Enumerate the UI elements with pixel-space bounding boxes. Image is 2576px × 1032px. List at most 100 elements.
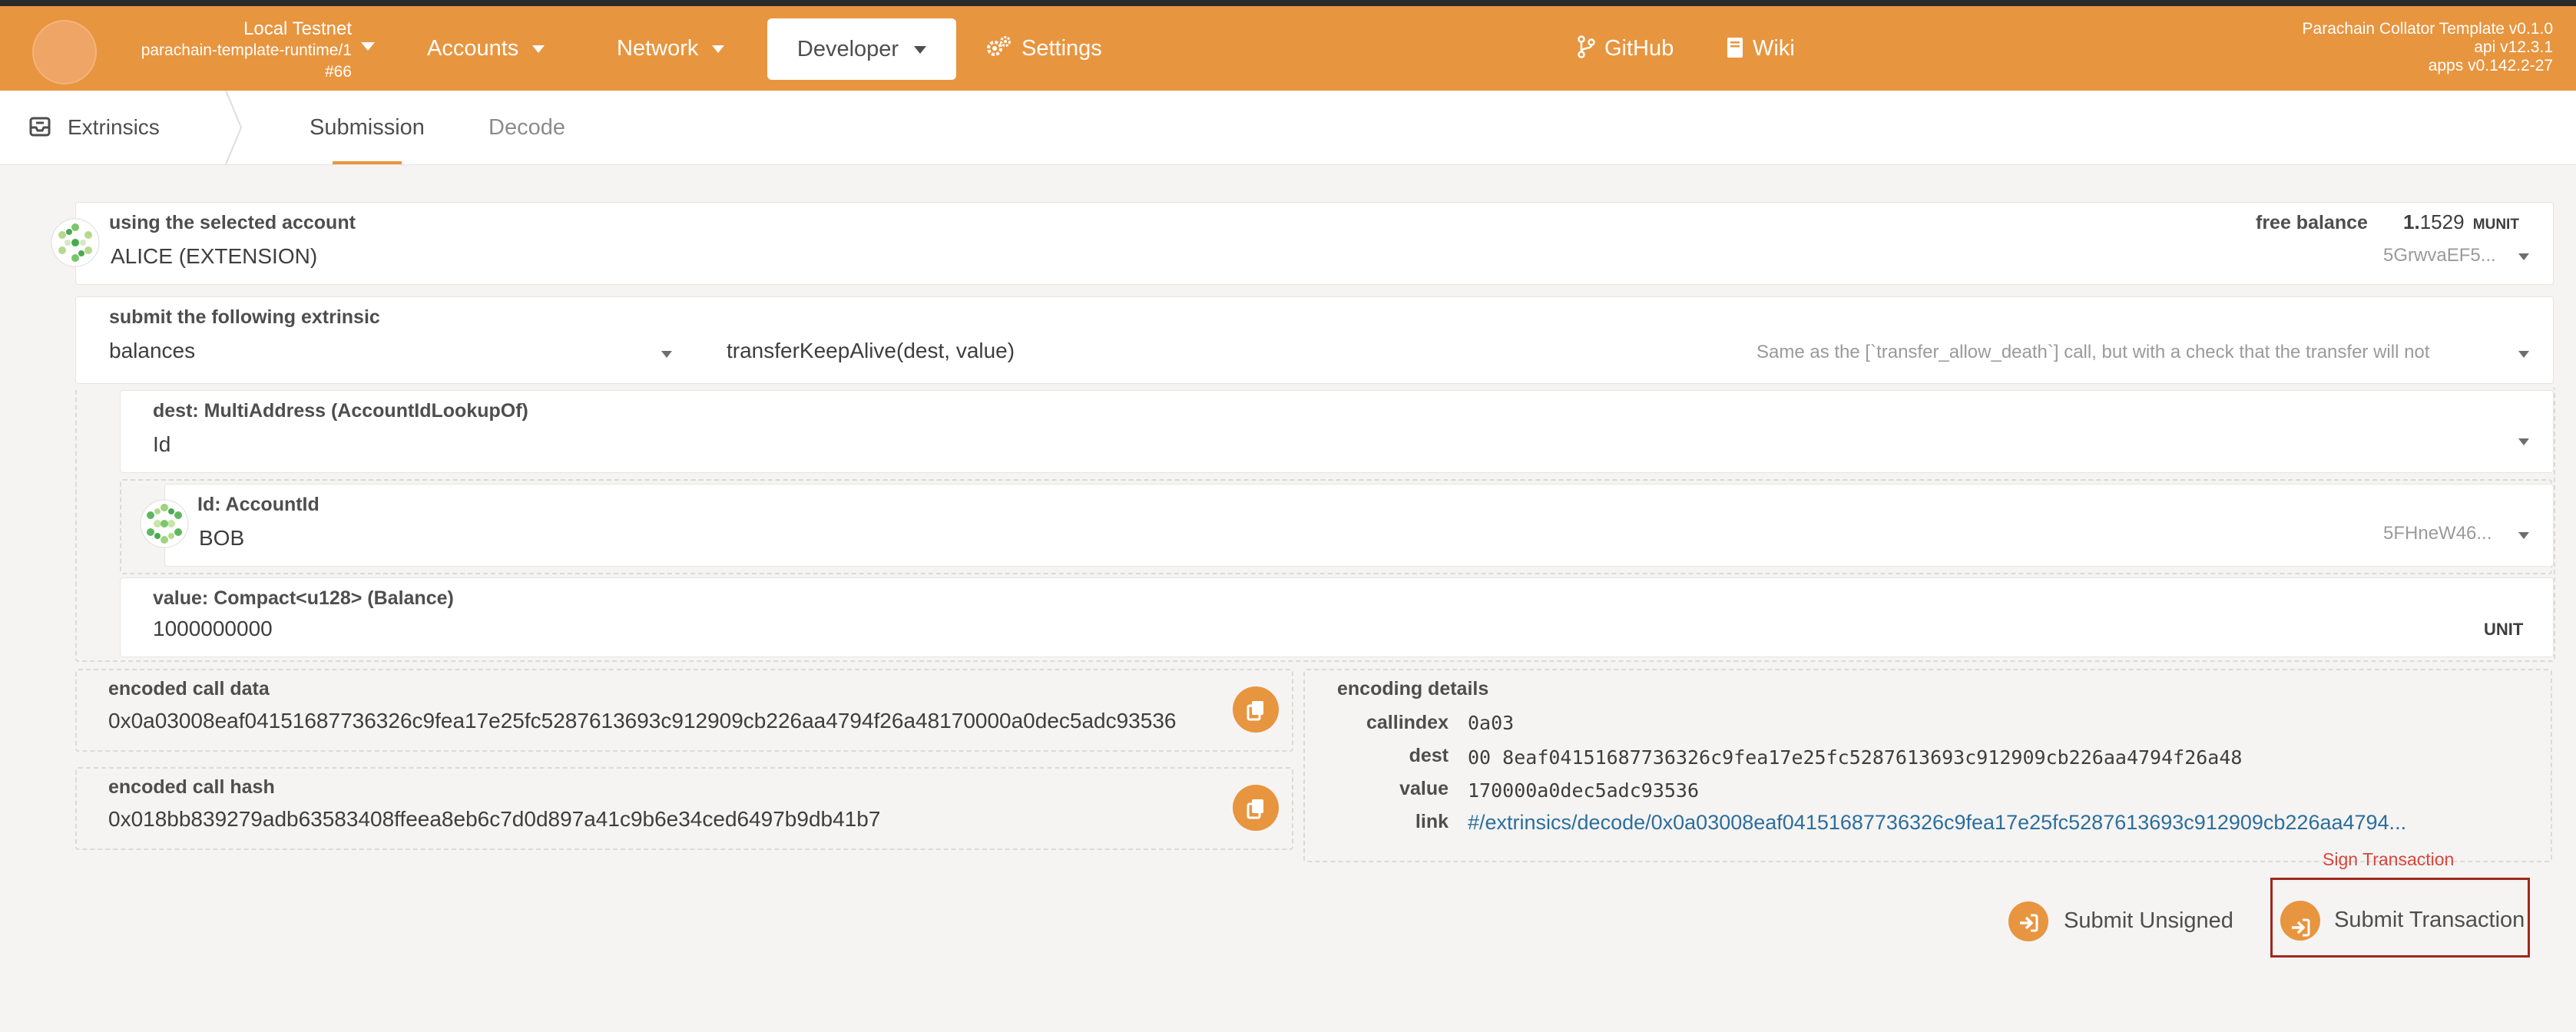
chain-logo[interactable] (32, 20, 97, 84)
call-value: transferKeepAlive(dest, value) (727, 339, 1015, 362)
id-account-address: 5FHneW46... (2383, 523, 2492, 544)
nav-wiki[interactable]: Wiki (1727, 6, 1795, 91)
value-detail-label: value (1399, 778, 1449, 799)
apps-version: apps v0.142.2-27 (2428, 57, 2553, 74)
link-detail-label: link (1415, 811, 1449, 832)
copy-icon (1247, 799, 1263, 819)
encoding-details-title: encoding details (1337, 678, 1489, 700)
callindex-label: callindex (1366, 712, 1449, 733)
book-icon (1727, 6, 1743, 91)
code-branch-icon (1577, 6, 1595, 91)
account-selector[interactable]: using the selected account ALICE (EXTENS… (75, 202, 2554, 285)
api-version: api v12.3.1 (2474, 38, 2553, 56)
value-detail-value: 170000a0dec5adc93536 (1468, 779, 1700, 802)
copy-icon (1247, 701, 1263, 721)
dest-hex: 8eaf04151687736326c9fea17e25fc5287613693… (1502, 746, 2243, 769)
account-name: ALICE (EXTENSION) (111, 244, 318, 268)
block-number: #66 (324, 63, 352, 81)
dest-param-value: Id (153, 432, 171, 456)
nav-settings-label: Settings (1021, 36, 1102, 61)
sign-transaction-tooltip: Sign Transaction (2323, 849, 2455, 869)
top-nav-bar: Local Testnet parachain-template-runtime… (0, 6, 2576, 91)
copy-call-hash-button[interactable] (1233, 785, 1279, 831)
chevron-down-icon (2518, 438, 2529, 445)
tab-decode[interactable]: Decode (488, 91, 565, 164)
nav-network[interactable]: Network (617, 6, 725, 91)
sub-navigation: Extrinsics Submission Decode (0, 91, 2576, 165)
account-label: using the selected account (109, 212, 356, 233)
value-unit-selector[interactable]: UNIT (2484, 620, 2523, 640)
dest-prefix: 00 (1468, 746, 1492, 769)
dest-param-dropdown[interactable]: dest: MultiAddress (AccountIdLookupOf) I… (120, 390, 2554, 473)
id-param-label: Id: AccountId (197, 494, 320, 515)
free-balance: 1.1529 MUNIT (2403, 210, 2519, 234)
id-param-value: BOB (199, 526, 245, 550)
chevron-down-icon (2518, 532, 2529, 539)
alice-identicon (51, 218, 100, 267)
extrinsic-selector: submit the following extrinsic balances … (75, 296, 2554, 384)
inbox-icon (29, 93, 51, 167)
window-top-strip (0, 0, 2576, 6)
encoding-details-box: encoding details callindex 0a03 dest 00 … (1303, 669, 2552, 862)
encoded-call-hash-box: encoded call hash 0x018bb839279adb635834… (75, 767, 1293, 850)
nav-network-label: Network (617, 36, 699, 61)
chain-selector[interactable]: Local Testnet parachain-template-runtime… (114, 18, 352, 83)
chevron-down-icon (712, 45, 725, 54)
chevron-down-icon (2518, 351, 2529, 358)
chevron-down-icon (661, 351, 672, 358)
dest-param-label: dest: MultiAddress (AccountIdLookupOf) (153, 400, 528, 422)
encoded-call-data-box: encoded call data 0x0a03008eaf0415168773… (75, 669, 1293, 752)
nav-developer-label: Developer (796, 37, 899, 61)
balance-integer: 1. (2403, 210, 2420, 233)
nav-wiki-label: Wiki (1753, 36, 1795, 61)
pallet-dropdown[interactable]: balances (76, 328, 690, 383)
balance-label: free balance (2256, 212, 2368, 233)
nav-accounts[interactable]: Accounts (427, 6, 545, 91)
pallet-value: balances (109, 339, 196, 362)
submit-unsigned-button[interactable]: Submit Unsigned (2008, 886, 2233, 955)
section-label: Extrinsics (68, 115, 160, 139)
version-info: Parachain Collator Template v0.1.0 api v… (2303, 20, 2553, 75)
encoded-call-hash-value[interactable]: 0x018bb839279adb63583408ffeea8eb6c7d0d89… (108, 807, 880, 832)
account-address: 5GrwvaEF5... (2383, 245, 2496, 266)
runtime-version: parachain-template-runtime/1 (141, 41, 352, 59)
chevron-down-icon (2518, 253, 2529, 260)
balance-unit: MUNIT (2472, 217, 2519, 233)
nav-accounts-label: Accounts (427, 36, 519, 61)
tab-submission[interactable]: Submission (310, 91, 425, 164)
bob-identicon (140, 499, 189, 548)
value-param-value: 1000000000 (153, 617, 273, 640)
submit-unsigned-label: Submit Unsigned (2064, 908, 2233, 933)
balance-decimals: 1529 (2419, 210, 2465, 233)
dest-detail-value: 00 8eaf04151687736326c9fea17e25fc5287613… (1468, 746, 2242, 769)
submit-transaction-label: Submit Transaction (2334, 908, 2525, 932)
nav-developer[interactable]: Developer (767, 18, 956, 80)
value-param-input[interactable]: value: Compact<u128> (Balance) 100000000… (120, 577, 2554, 657)
nav-github[interactable]: GitHub (1577, 6, 1674, 91)
extrinsic-label: submit the following extrinsic (109, 306, 380, 328)
submit-transaction-button[interactable]: Submit Transaction (2270, 878, 2530, 958)
nav-github-label: GitHub (1604, 36, 1674, 61)
call-dropdown[interactable]: transferKeepAlive(dest, value) Same as t… (714, 328, 2553, 383)
network-name: Local Testnet (243, 18, 352, 39)
encoded-call-data-label: encoded call data (108, 678, 270, 700)
chevron-down-icon[interactable] (361, 42, 375, 51)
dest-detail-label: dest (1409, 745, 1449, 766)
section-extrinsics: Extrinsics (29, 91, 160, 164)
active-tab-indicator (333, 161, 402, 164)
template-version: Parachain Collator Template v0.1.0 (2302, 20, 2553, 38)
decode-link[interactable]: #/extrinsics/decode/0x0a03008eaf04151687… (1468, 811, 2406, 835)
sign-in-icon (2280, 901, 2320, 941)
id-account-selector[interactable]: Id: AccountId BOB 5FHneW46... (164, 484, 2554, 567)
gears-icon (986, 6, 1012, 91)
callindex-value: 0a03 (1468, 712, 1515, 734)
copy-call-data-button[interactable] (1233, 686, 1279, 733)
chevron-down-icon (532, 45, 545, 54)
value-param-label: value: Compact<u128> (Balance) (153, 587, 454, 609)
sign-in-icon (2008, 901, 2048, 942)
call-description: Same as the [`transfer_allow_death`] cal… (1757, 342, 2430, 362)
chevron-down-icon (914, 46, 927, 55)
nav-settings[interactable]: Settings (986, 6, 1102, 91)
encoded-call-data-value[interactable]: 0x0a03008eaf04151687736326c9fea17e25fc52… (108, 709, 1176, 733)
breadcrumb-separator (225, 91, 243, 164)
